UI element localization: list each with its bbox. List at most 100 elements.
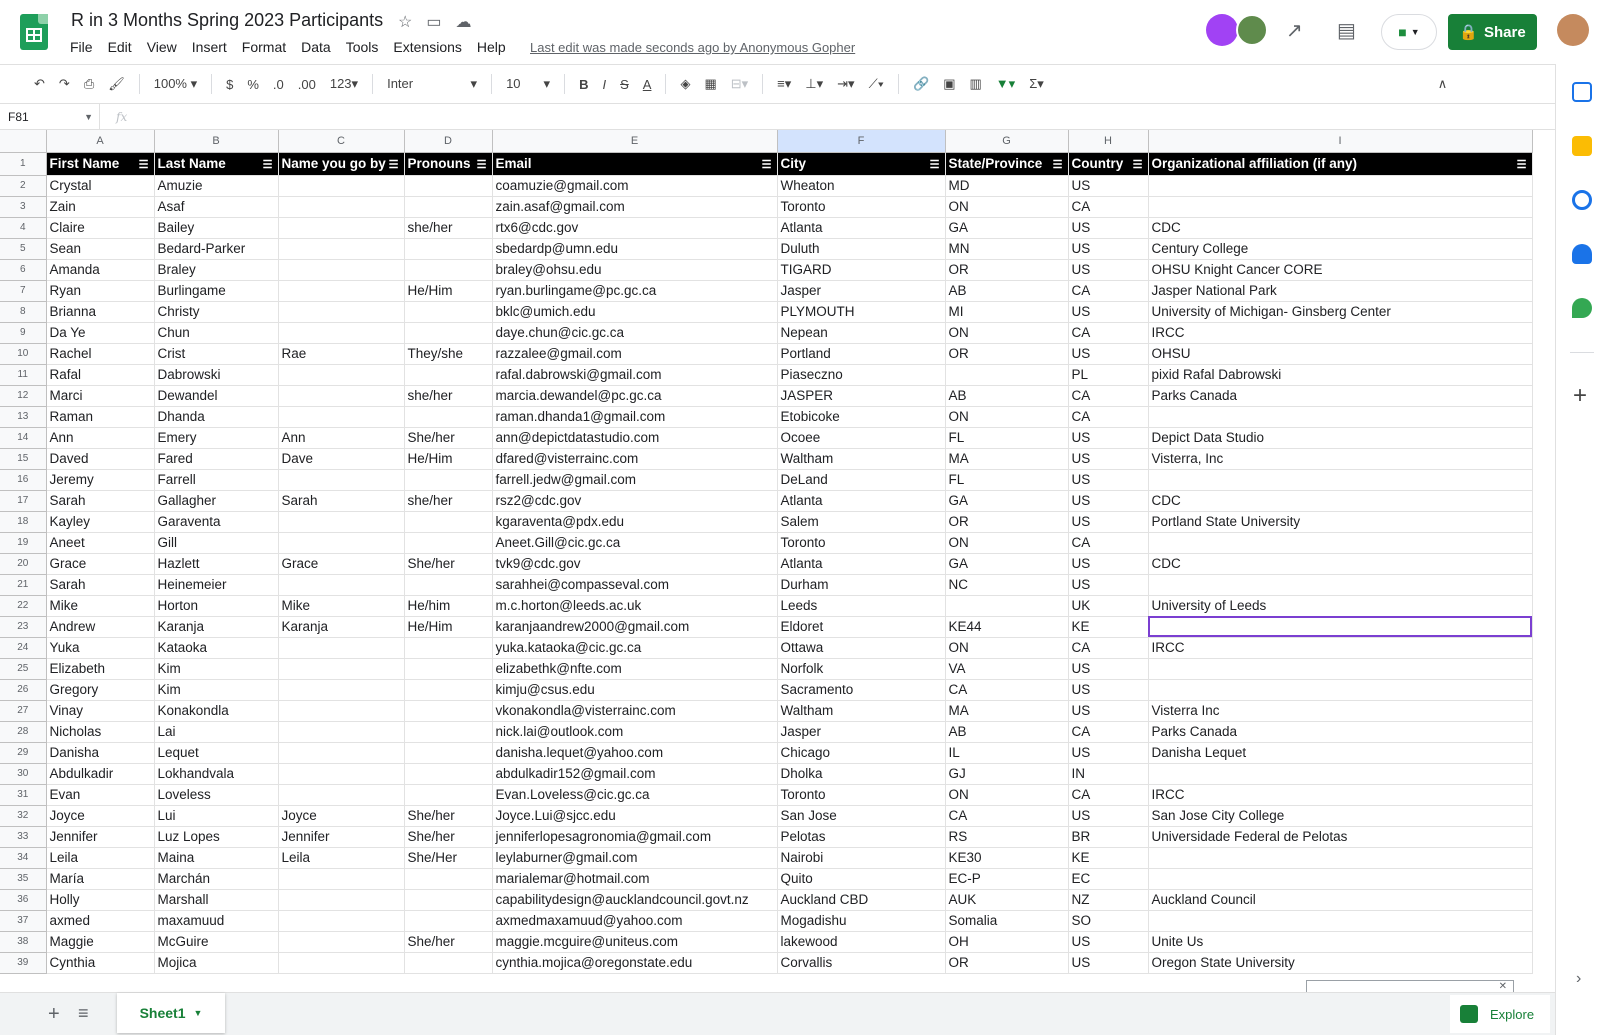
header-cell[interactable]: Email ☰ (492, 152, 778, 176)
row-number[interactable]: 26 (0, 679, 47, 701)
bold-icon[interactable]: B (579, 77, 588, 92)
cell[interactable]: Gregory (46, 679, 155, 701)
cell[interactable]: Dabrowski (154, 364, 279, 386)
cell[interactable] (278, 217, 405, 239)
cell[interactable]: Asaf (154, 196, 279, 218)
cell[interactable]: Etobicoke (777, 406, 946, 428)
cell[interactable]: Unite Us (1148, 931, 1533, 953)
cell[interactable] (404, 301, 493, 323)
cell[interactable]: Grace (278, 553, 405, 575)
cell[interactable] (278, 637, 405, 659)
cell[interactable]: KE30 (945, 847, 1069, 869)
cell[interactable]: She/her (404, 553, 493, 575)
cell[interactable]: MA (945, 700, 1069, 722)
row-number[interactable]: 14 (0, 427, 47, 449)
account-avatar[interactable] (1557, 14, 1589, 46)
cell[interactable]: Auckland Council (1148, 889, 1533, 911)
borders-icon[interactable]: ▦ (704, 76, 716, 92)
cell[interactable]: AUK (945, 889, 1069, 911)
cell[interactable]: OR (945, 952, 1069, 974)
cell[interactable]: farrell.jedw@gmail.com (492, 469, 778, 491)
cell[interactable]: KE44 (945, 616, 1069, 638)
cell[interactable]: Parks Canada (1148, 385, 1533, 407)
row-number[interactable]: 2 (0, 175, 47, 197)
cell[interactable]: Dewandel (154, 385, 279, 407)
cell[interactable]: BR (1068, 826, 1149, 848)
cell[interactable] (278, 364, 405, 386)
menu-edit[interactable]: Edit (108, 39, 132, 55)
cell[interactable] (404, 406, 493, 428)
cell[interactable]: Crystal (46, 175, 155, 197)
cell[interactable]: AB (945, 721, 1069, 743)
cell[interactable]: Rae (278, 343, 405, 365)
cell[interactable] (1148, 175, 1533, 197)
row-number[interactable]: 5 (0, 238, 47, 260)
row-number[interactable]: 8 (0, 301, 47, 323)
collapse-menus-icon[interactable]: ∧ (1438, 76, 1448, 92)
cell[interactable]: US (1068, 658, 1149, 680)
cell[interactable]: Portland (777, 343, 946, 365)
percent-format-button[interactable]: % (247, 77, 259, 92)
cell[interactable]: maxamuud (154, 910, 279, 932)
cell[interactable]: Joyce (278, 805, 405, 827)
cell[interactable]: ann@depictdatastudio.com (492, 427, 778, 449)
cell[interactable]: yuka.kataoka@cic.gc.ca (492, 637, 778, 659)
cell[interactable] (278, 658, 405, 680)
cell[interactable]: San Jose (777, 805, 946, 827)
header-cell[interactable]: First Name ☰ (46, 152, 155, 176)
cell[interactable]: Marci (46, 385, 155, 407)
cell[interactable]: GA (945, 217, 1069, 239)
row-number[interactable]: 31 (0, 784, 47, 806)
cell[interactable]: SO (1068, 910, 1149, 932)
row-number[interactable]: 12 (0, 385, 47, 407)
cloud-status-icon[interactable]: ☁ (455, 12, 471, 32)
cell[interactable]: FL (945, 427, 1069, 449)
cell[interactable]: MD (945, 175, 1069, 197)
cell[interactable]: Kayley (46, 511, 155, 533)
cell[interactable]: Waltham (777, 448, 946, 470)
cell[interactable]: Sarah (278, 490, 405, 512)
cell[interactable]: capabilitydesign@aucklandcouncil.govt.nz (492, 889, 778, 911)
cell[interactable]: CDC (1148, 553, 1533, 575)
decrease-decimal-button[interactable]: .0 (273, 77, 284, 92)
cell[interactable]: Lui (154, 805, 279, 827)
cell[interactable]: CA (1068, 280, 1149, 302)
column-header-i[interactable]: I (1148, 130, 1533, 153)
cell[interactable]: NZ (1068, 889, 1149, 911)
cell[interactable]: Durham (777, 574, 946, 596)
cell[interactable]: bklc@umich.edu (492, 301, 778, 323)
cell[interactable]: Elizabeth (46, 658, 155, 680)
column-header-g[interactable]: G (945, 130, 1069, 153)
cell[interactable]: US (1068, 931, 1149, 953)
cell[interactable] (1148, 847, 1533, 869)
cell[interactable]: Dave (278, 448, 405, 470)
cell[interactable]: OH (945, 931, 1069, 953)
cell[interactable] (278, 868, 405, 890)
cell[interactable]: María (46, 868, 155, 890)
cell[interactable]: axmedmaxamuud@yahoo.com (492, 910, 778, 932)
row-number[interactable]: 15 (0, 448, 47, 470)
cell[interactable]: Corvallis (777, 952, 946, 974)
keep-icon[interactable] (1572, 136, 1592, 156)
row-number[interactable]: 9 (0, 322, 47, 344)
cell[interactable]: Universidade Federal de Pelotas (1148, 826, 1533, 848)
cell[interactable]: Evan (46, 784, 155, 806)
cell[interactable]: karanjaandrew2000@gmail.com (492, 616, 778, 638)
insert-chart-icon[interactable]: ▥ (970, 76, 982, 92)
merge-cells-icon[interactable]: ⊟▾ (731, 76, 748, 92)
row-number[interactable]: 27 (0, 700, 47, 722)
strikethrough-icon[interactable]: S (620, 77, 629, 92)
cell[interactable]: pixid Rafal Dabrowski (1148, 364, 1533, 386)
filter-icon[interactable]: ☰ (762, 158, 772, 171)
row-number[interactable]: 29 (0, 742, 47, 764)
cell[interactable]: KE (1068, 616, 1149, 638)
column-header-d[interactable]: D (404, 130, 493, 153)
cell[interactable]: Karanja (154, 616, 279, 638)
text-rotation-icon[interactable]: ⟋▾ (869, 76, 884, 92)
cell[interactable]: Raman (46, 406, 155, 428)
menu-file[interactable]: File (70, 39, 93, 55)
cell[interactable]: Horton (154, 595, 279, 617)
cell[interactable]: Bailey (154, 217, 279, 239)
cell[interactable] (1148, 532, 1533, 554)
select-all-corner[interactable] (0, 130, 47, 153)
